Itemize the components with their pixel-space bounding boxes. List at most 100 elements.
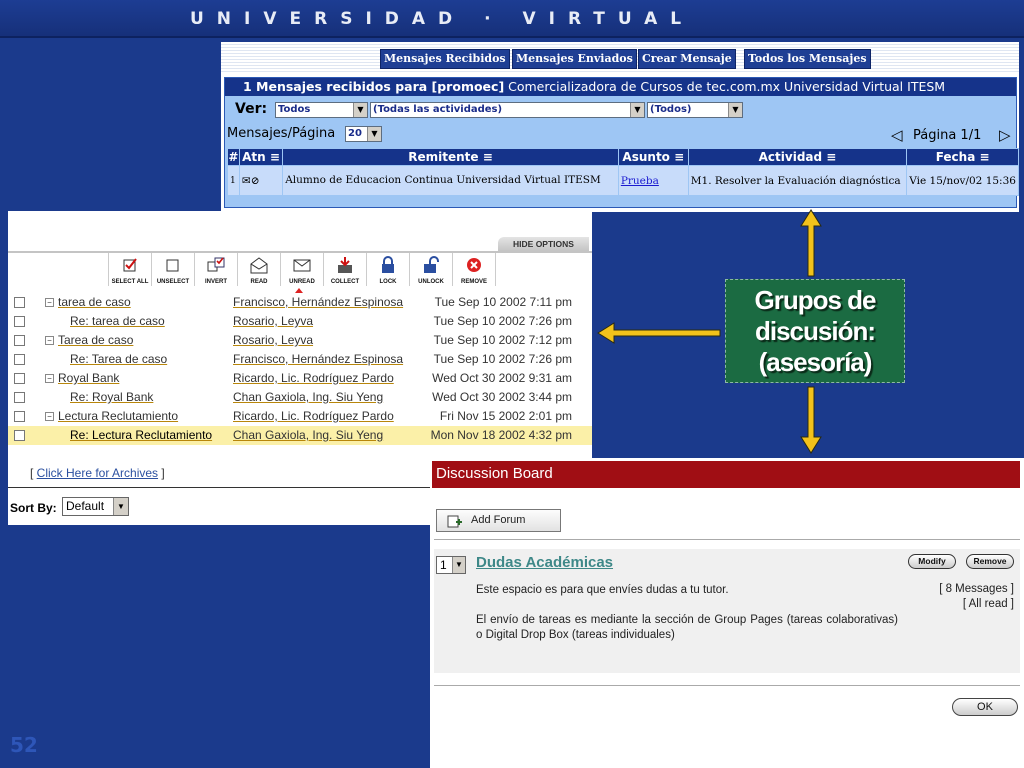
per-page-select[interactable]: 20 ▼	[345, 126, 382, 142]
thread-author[interactable]: Ricardo, Lic. Rodríguez Pardo	[233, 371, 394, 385]
discussion-board-panel: Discussion Board Add Forum 1 ▼ Dudas Acad…	[430, 458, 1024, 768]
thread-author[interactable]: Chan Gaxiola, Ing. Siu Yeng	[233, 390, 383, 404]
remove-forum-button[interactable]: Remove	[966, 554, 1014, 569]
callout-line2: discusión:	[754, 316, 876, 346]
col-remitente[interactable]: Remitente ≡	[282, 148, 619, 166]
invert-icon	[207, 257, 225, 272]
list-item[interactable]: Re: Tarea de caso Francisco, Hernández Es…	[8, 350, 592, 369]
thread-subject[interactable]: Re: Royal Bank	[70, 390, 153, 404]
unselect-button[interactable]: UNSELECT	[152, 253, 195, 286]
nav-mensajes-recibidos[interactable]: Mensajes Recibidos	[380, 49, 510, 69]
remove-icon	[467, 258, 481, 272]
thread-subject[interactable]: Tarea de caso	[58, 333, 133, 347]
col-actividad[interactable]: Actividad ≡	[687, 148, 908, 166]
thread-subject[interactable]: Royal Bank	[58, 371, 119, 385]
col-asunto-label: Asunto	[622, 150, 670, 164]
collapse-icon[interactable]: −	[45, 374, 54, 383]
row-atn: ✉⊘	[238, 165, 284, 196]
read-button[interactable]: READ	[238, 253, 281, 286]
sort-icon: ≡	[669, 150, 685, 164]
read-label: READ	[250, 279, 268, 285]
row-checkbox[interactable]	[14, 392, 25, 403]
nav-todos-mensajes[interactable]: Todos los Mensajes	[744, 49, 871, 69]
thread-subject[interactable]: Re: Lectura Reclutamiento	[70, 428, 212, 442]
row-checkbox[interactable]	[14, 354, 25, 365]
arrow-down-icon	[800, 386, 822, 454]
next-page-icon[interactable]: ▷	[999, 126, 1011, 144]
forum-order-select[interactable]: 1 ▼	[436, 556, 466, 574]
ok-button[interactable]: OK	[952, 698, 1018, 716]
thread-subject[interactable]: Lectura Reclutamiento	[58, 409, 178, 423]
thread-author[interactable]: Francisco, Hernández Espinosa	[233, 295, 403, 309]
thread-author[interactable]: Rosario, Leyva	[233, 333, 313, 347]
filter-actividades-select[interactable]: (Todas las actividades) ▼	[370, 102, 645, 118]
unread-label: UNREAD	[289, 279, 315, 285]
row-checkbox[interactable]	[14, 297, 25, 308]
list-item[interactable]: − Lectura Reclutamiento Ricardo, Lic. Rodr…	[8, 407, 592, 426]
archives-link[interactable]: Click Here for Archives	[37, 466, 158, 480]
checkbox-checked-icon	[123, 258, 137, 272]
message-count-link[interactable]: [ 8 Messages ]	[939, 583, 1014, 595]
list-item[interactable]: − Tarea de caso Rosario, Leyva Tue Sep 10 2…	[8, 331, 592, 350]
row-checkbox[interactable]	[14, 316, 25, 327]
row-checkbox[interactable]	[14, 335, 25, 346]
arrow-left-icon	[597, 322, 721, 344]
sort-icon: ≡	[478, 150, 493, 164]
remove-button[interactable]: REMOVE	[453, 253, 496, 286]
thread-author[interactable]: Francisco, Hernández Espinosa	[233, 352, 403, 366]
collect-button[interactable]: COLLECT	[324, 253, 367, 286]
select-all-button[interactable]: SELECT ALL	[109, 253, 152, 286]
thread-author[interactable]: Chan Gaxiola, Ing. Siu Yeng	[233, 428, 383, 442]
col-atn[interactable]: Atn ≡	[238, 148, 284, 166]
lock-icon	[382, 256, 394, 273]
collapse-icon[interactable]: −	[45, 412, 54, 421]
add-forum-button[interactable]: Add Forum	[436, 509, 561, 532]
col-asunto[interactable]: Asunto ≡	[617, 148, 689, 166]
sort-label: Sort By:	[10, 501, 57, 515]
archives-pre: [	[30, 466, 37, 480]
lock-button[interactable]: LOCK	[367, 253, 410, 286]
invert-button[interactable]: INVERT	[195, 253, 238, 286]
chevron-down-icon: ▼	[353, 103, 367, 117]
sort-select[interactable]: Default ▼	[62, 497, 129, 516]
thread-subject[interactable]: Re: Tarea de caso	[70, 352, 167, 366]
messages-header: 1 Mensajes recibidos para [promoec] Come…	[225, 78, 1016, 96]
row-checkbox[interactable]	[14, 373, 25, 384]
prev-page-icon[interactable]: ◁	[891, 126, 903, 144]
row-asunto[interactable]: Prueba	[617, 165, 689, 196]
list-item[interactable]: Re: Lectura Reclutamiento Chan Gaxiola, I…	[8, 426, 592, 445]
row-checkbox[interactable]	[14, 430, 25, 441]
col-fecha[interactable]: Fecha ≡	[906, 148, 1019, 166]
all-read-link[interactable]: [ All read ]	[963, 598, 1014, 610]
unread-button[interactable]: UNREAD	[281, 253, 324, 286]
thread-subject[interactable]: tarea de caso	[58, 295, 131, 309]
per-page-label: Mensajes/Página	[227, 126, 336, 141]
thread-subject[interactable]: Re: tarea de caso	[70, 314, 165, 328]
nav-mensajes-enviados[interactable]: Mensajes Enviados	[512, 49, 637, 69]
list-item[interactable]: Re: tarea de caso Rosario, Leyva Tue Sep 1…	[8, 312, 592, 331]
collapse-icon[interactable]: −	[45, 298, 54, 307]
modify-button[interactable]: Modify	[908, 554, 956, 569]
forum-description-2: El envío de tareas es mediante la secció…	[476, 614, 898, 641]
forum-toolbar: SELECT ALL UNSELECT INVERT READ UNREAD C…	[108, 253, 496, 286]
unlock-button[interactable]: UNLOCK	[410, 253, 453, 286]
envelope-icon: ✉	[241, 174, 251, 187]
col-fecha-label: Fecha	[935, 150, 976, 164]
nav-crear-mensaje[interactable]: Crear Mensaje	[638, 49, 736, 69]
slide-number: 52	[10, 733, 38, 757]
list-item[interactable]: − tarea de caso Francisco, Hernández Espin…	[8, 293, 592, 312]
hide-options-tab[interactable]: HIDE OPTIONS	[498, 237, 589, 251]
thread-date: Wed Oct 30 2002 3:44 pm	[432, 390, 572, 404]
thread-author[interactable]: Rosario, Leyva	[233, 314, 313, 328]
list-item[interactable]: Re: Royal Bank Chan Gaxiola, Ing. Siu Yen…	[8, 388, 592, 407]
table-row[interactable]: 1 ✉⊘ Alumno de Educacion Continua Univer…	[227, 165, 1019, 196]
row-checkbox[interactable]	[14, 411, 25, 422]
forum-name-link[interactable]: Dudas Académicas	[476, 554, 613, 571]
filter-estado-select[interactable]: (Todos) ▼	[647, 102, 743, 118]
filter-todos-select[interactable]: Todos ▼	[275, 102, 368, 118]
thread-author[interactable]: Ricardo, Lic. Rodríguez Pardo	[233, 409, 394, 423]
callout-box: Grupos de discusión: (asesoría)	[725, 279, 905, 383]
collapse-icon[interactable]: −	[45, 336, 54, 345]
asunto-link[interactable]: Prueba	[621, 175, 659, 187]
list-item[interactable]: − Royal Bank Ricardo, Lic. Rodríguez Pardo…	[8, 369, 592, 388]
